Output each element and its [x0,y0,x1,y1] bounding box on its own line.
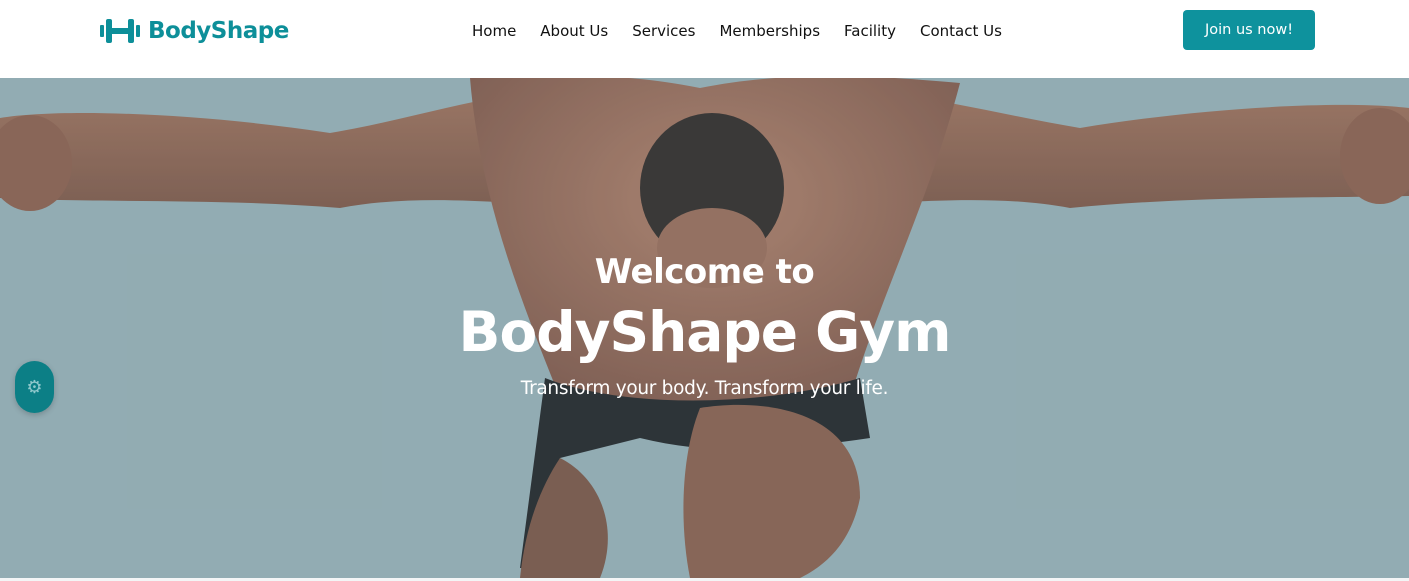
nav-item-contact-us: Contact Us [920,22,1002,41]
nav-link-services[interactable]: Services [632,22,695,40]
settings-button[interactable]: ⚙ [15,361,54,413]
nav-item-memberships: Memberships [719,22,820,41]
hero-welcome-text: Welcome to [594,252,815,292]
top-navbar: BodyShape Home About Us Services Members… [0,0,1409,78]
nav-link-about-us[interactable]: About Us [540,22,608,40]
brand-logo[interactable]: BodyShape [100,16,289,46]
nav-item-services: Services [632,22,695,41]
nav-link-facility[interactable]: Facility [844,22,896,40]
join-us-button[interactable]: Join us now! [1183,10,1315,50]
nav-link-contact-us[interactable]: Contact Us [920,22,1002,40]
nav-link-home[interactable]: Home [472,22,516,40]
main-navigation: Home About Us Services Memberships Facil… [472,20,1002,42]
gear-icon: ⚙ [26,377,43,397]
hero-text-block: Welcome to BodyShape Gym Transform your … [0,78,1409,578]
nav-item-about-us: About Us [540,22,608,41]
hero-title: BodyShape Gym [458,300,952,364]
hero-tagline: Transform your body. Transform your life… [520,378,889,399]
hero-section: Welcome to BodyShape Gym Transform your … [0,78,1409,578]
brand-name: BodyShape [148,18,289,44]
nav-item-facility: Facility [844,22,896,41]
nav-link-memberships[interactable]: Memberships [719,22,820,40]
nav-item-home: Home [472,22,516,41]
dumbbell-icon [100,16,140,46]
